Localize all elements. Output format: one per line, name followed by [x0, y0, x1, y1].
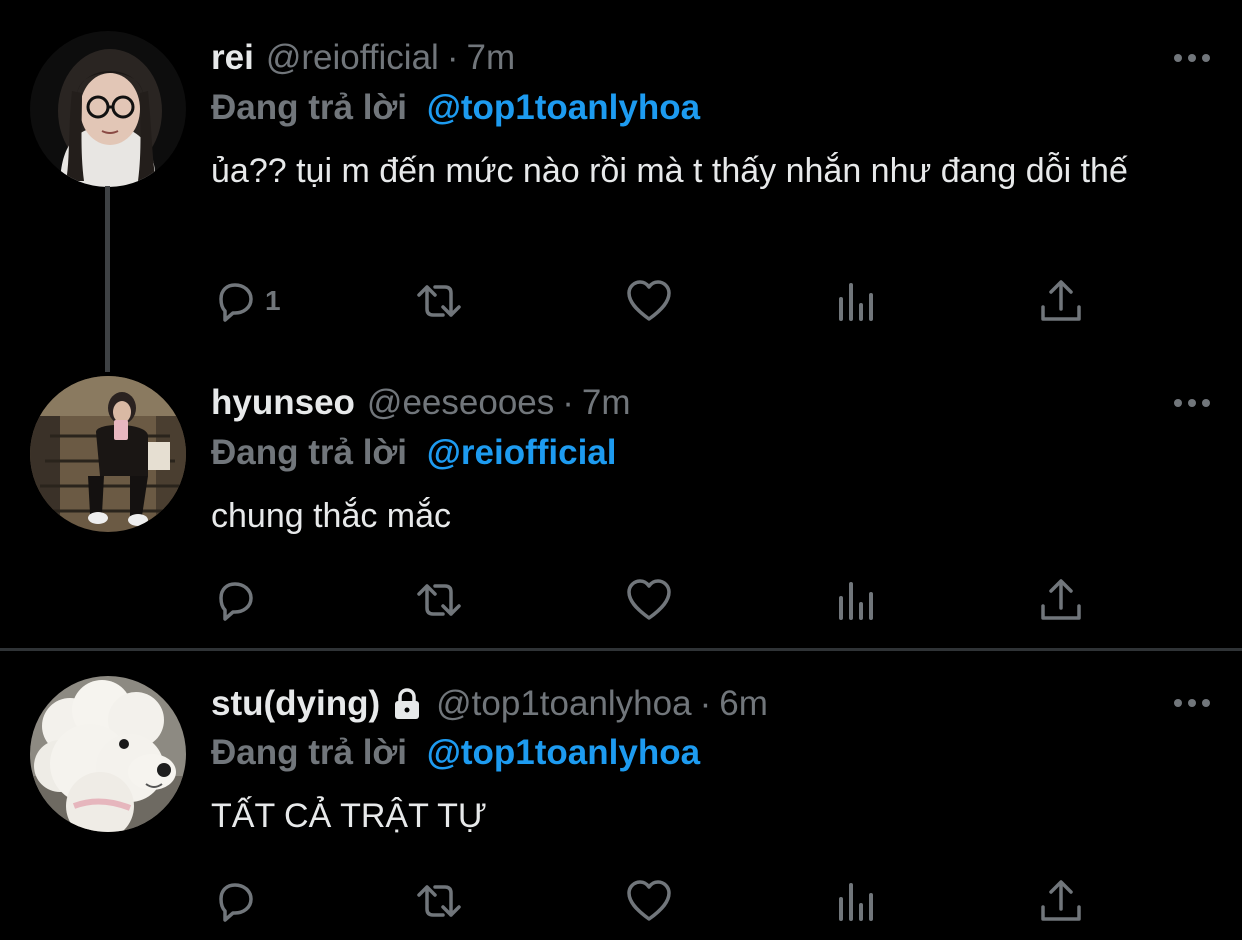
more-options-icon[interactable]: [1172, 693, 1212, 713]
retweet-button[interactable]: [415, 876, 463, 926]
heart-icon: [627, 579, 671, 620]
replying-to-mention[interactable]: @top1toanlyhoa: [427, 733, 700, 772]
analytics-icon: [839, 582, 873, 620]
separator-dot: ·: [562, 383, 574, 422]
tweet-header: hyunseo @eeseooes · 7m: [211, 383, 631, 423]
action-bar: [211, 575, 1091, 625]
reply-button[interactable]: [211, 876, 265, 926]
share-button[interactable]: [1037, 876, 1085, 926]
tweet-text: chung thắc mắc: [211, 497, 452, 535]
retweet-icon: [417, 584, 461, 616]
replying-to: Đang trả lời @top1toanlyhoa: [211, 88, 700, 128]
replying-to-mention[interactable]: @reiofficial: [427, 433, 617, 472]
views-button[interactable]: [833, 876, 881, 926]
tweet-header: rei @reiofficial · 7m: [211, 38, 515, 78]
timestamp[interactable]: 7m: [466, 38, 515, 78]
replying-to-label: Đang trả lời: [211, 733, 408, 772]
analytics-icon: [839, 883, 873, 921]
heart-icon: [627, 280, 671, 321]
heart-icon: [627, 880, 671, 921]
share-icon: [1041, 280, 1081, 321]
separator-dot: ·: [699, 684, 712, 723]
replying-to: Đang trả lời @top1toanlyhoa: [211, 733, 700, 773]
reply-icon: [219, 883, 253, 922]
replying-to-label: Đang trả lời: [211, 88, 408, 127]
retweet-icon: [417, 285, 461, 317]
separator-dot: ·: [446, 38, 459, 77]
like-button[interactable]: [625, 575, 673, 625]
tweet-text: ủa?? tụi m đến mức nào rồi mà t thấy nhắ…: [211, 152, 1128, 190]
display-name[interactable]: stu(dying): [211, 684, 380, 724]
reply-button[interactable]: 1: [211, 276, 281, 326]
username[interactable]: @reiofficial: [266, 38, 439, 78]
action-bar: [211, 876, 1091, 926]
share-icon: [1041, 579, 1081, 620]
tweet-header: stu(dying) @top1toanlyhoa · 6m: [211, 684, 768, 724]
more-options-icon[interactable]: [1172, 393, 1212, 413]
mirror-selfie-avatar-image: [30, 376, 186, 532]
username[interactable]: @eeseooes: [367, 383, 554, 423]
views-button[interactable]: [833, 276, 881, 326]
retweet-icon: [417, 885, 461, 917]
avatar[interactable]: [30, 676, 186, 832]
timestamp[interactable]: 7m: [582, 383, 631, 423]
share-button[interactable]: [1037, 276, 1085, 326]
lock-icon: [395, 688, 420, 719]
retweet-button[interactable]: [415, 276, 463, 326]
share-icon: [1041, 880, 1081, 921]
avatar[interactable]: [30, 31, 186, 187]
more-options-icon[interactable]: [1172, 48, 1212, 68]
tweet-2[interactable]: hyunseo @eeseooes · 7m Đang trả lời @rei…: [0, 372, 1242, 648]
like-button[interactable]: [625, 876, 673, 926]
white-poodle-avatar-image: [30, 676, 186, 832]
display-name[interactable]: hyunseo: [211, 383, 355, 423]
username[interactable]: @top1toanlyhoa: [436, 684, 691, 724]
analytics-icon: [839, 283, 873, 321]
like-button[interactable]: [625, 276, 673, 326]
tweet-1[interactable]: rei @reiofficial · 7m Đang trả lời @top1…: [0, 0, 1242, 372]
reply-button[interactable]: [211, 575, 265, 625]
share-button[interactable]: [1037, 575, 1085, 625]
display-name[interactable]: rei: [211, 38, 254, 78]
tweet-feed: rei @reiofficial · 7m Đang trả lời @top1…: [0, 0, 1242, 940]
reply-icon: [219, 582, 253, 621]
reply-icon: [219, 283, 253, 322]
retweet-button[interactable]: [415, 575, 463, 625]
replying-to: Đang trả lời @reiofficial: [211, 433, 617, 473]
views-button[interactable]: [833, 575, 881, 625]
timestamp[interactable]: 6m: [719, 684, 768, 724]
replying-to-label: Đang trả lời: [211, 433, 408, 472]
action-bar: 1: [211, 276, 1091, 326]
girl-with-glasses-avatar-image: [30, 31, 186, 187]
avatar[interactable]: [30, 376, 186, 532]
tweet-text: TẤT CẢ TRẬT TỰ: [211, 797, 487, 835]
thread-connector: [105, 186, 110, 372]
tweet-3[interactable]: stu(dying) @top1toanlyhoa · 6m Đang trả …: [0, 651, 1242, 940]
replying-to-mention[interactable]: @top1toanlyhoa: [427, 88, 700, 127]
reply-count: 1: [265, 285, 281, 316]
